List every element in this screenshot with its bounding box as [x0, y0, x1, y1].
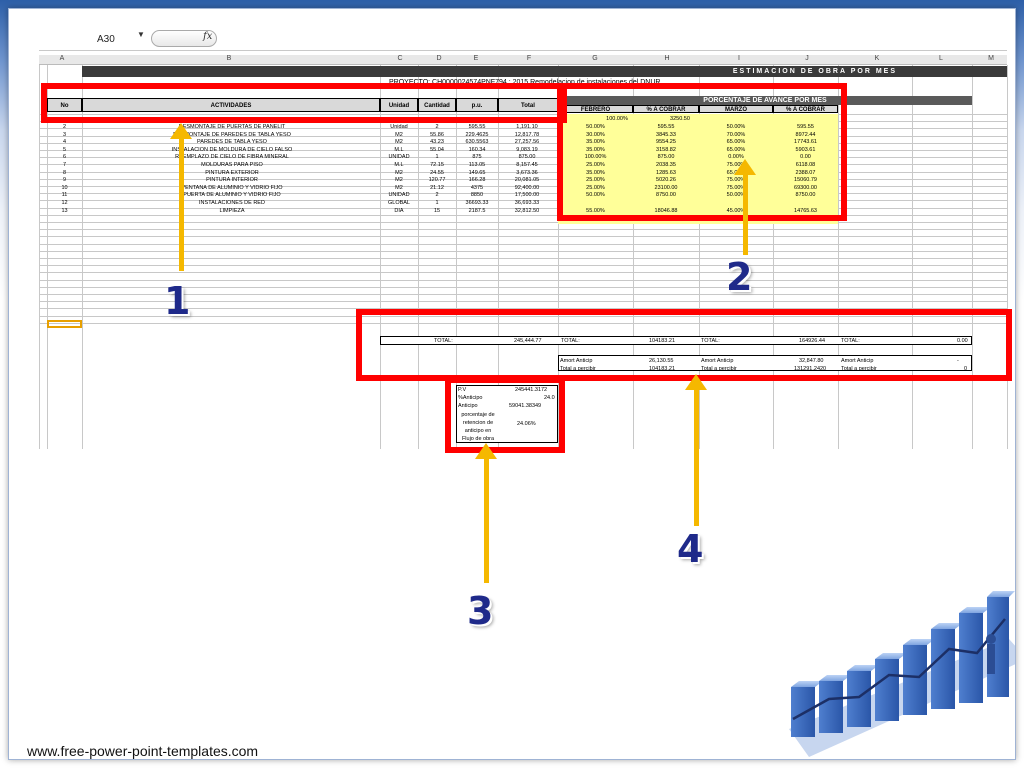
callout-box-4 [356, 309, 1012, 381]
cell-c[interactable]: 15 [418, 207, 456, 215]
callout-number-1: 1 [164, 279, 191, 323]
arrow-3-shaft [484, 457, 489, 583]
col-header-k[interactable]: K [867, 55, 887, 62]
footer-url[interactable]: www.free-power-point-templates.com [27, 743, 258, 759]
column-header-strip: A B C D E F G H I J K L M [39, 55, 1007, 65]
grid-column-line [1007, 65, 1008, 449]
grid-column-line [39, 65, 40, 449]
callout-box-3 [445, 377, 565, 453]
grid-row-line [39, 272, 1007, 273]
col-header-m[interactable]: M [981, 55, 1001, 62]
col-header-f[interactable]: F [519, 55, 539, 62]
grid-row-line [39, 265, 1007, 266]
col-header-d[interactable]: D [429, 55, 449, 62]
col-header-h[interactable]: H [657, 55, 677, 62]
grid-row-line [39, 244, 1007, 245]
grid-row-line [39, 222, 1007, 223]
active-cell-a30[interactable] [47, 320, 82, 328]
cell-no[interactable]: 13 [47, 207, 82, 215]
callout-number-3: 3 [467, 589, 494, 633]
col-header-g[interactable]: G [585, 55, 605, 62]
callout-box-2 [557, 83, 847, 221]
grid-row-line [39, 236, 1007, 237]
arrow-2-shaft [743, 173, 748, 255]
sheet-title: ESTIMACION DE OBRA POR MES [82, 66, 1007, 77]
col-header-e[interactable]: E [466, 55, 486, 62]
grid-row-line [39, 251, 1007, 252]
arrow-1-shaft [179, 137, 184, 271]
grid-row-line [39, 258, 1007, 259]
chevron-down-icon[interactable]: ▼ [137, 30, 145, 39]
callout-number-2: 2 [726, 255, 753, 299]
col-header-j[interactable]: J [797, 55, 817, 62]
col-header-i[interactable]: I [729, 55, 749, 62]
slide-frame: A30 ▼ fx A B C D E F G H I J K L M ESTIM… [8, 8, 1016, 760]
cell-act[interactable]: LIMPIEZA [87, 207, 377, 215]
grid-row-line [39, 229, 1007, 230]
formula-bar: A30 ▼ fx [39, 29, 1007, 51]
grid-row-line [39, 215, 1007, 216]
cell-t[interactable]: 32,812.50 [498, 207, 556, 215]
col-header-l[interactable]: L [931, 55, 951, 62]
grid-column-line [972, 65, 973, 449]
col-header-b[interactable]: B [219, 55, 239, 62]
arrow-4-shaft [694, 388, 699, 526]
callout-number-4: 4 [677, 527, 704, 571]
col-header-a[interactable]: A [53, 55, 71, 62]
cell-u[interactable]: DIA [380, 207, 418, 215]
bar-chart-graphic [789, 591, 1015, 757]
col-header-c[interactable]: C [390, 55, 410, 62]
callout-box-1 [41, 83, 567, 123]
fx-icon[interactable]: fx [203, 31, 212, 42]
cell-pu[interactable]: 2187.5 [456, 207, 498, 215]
